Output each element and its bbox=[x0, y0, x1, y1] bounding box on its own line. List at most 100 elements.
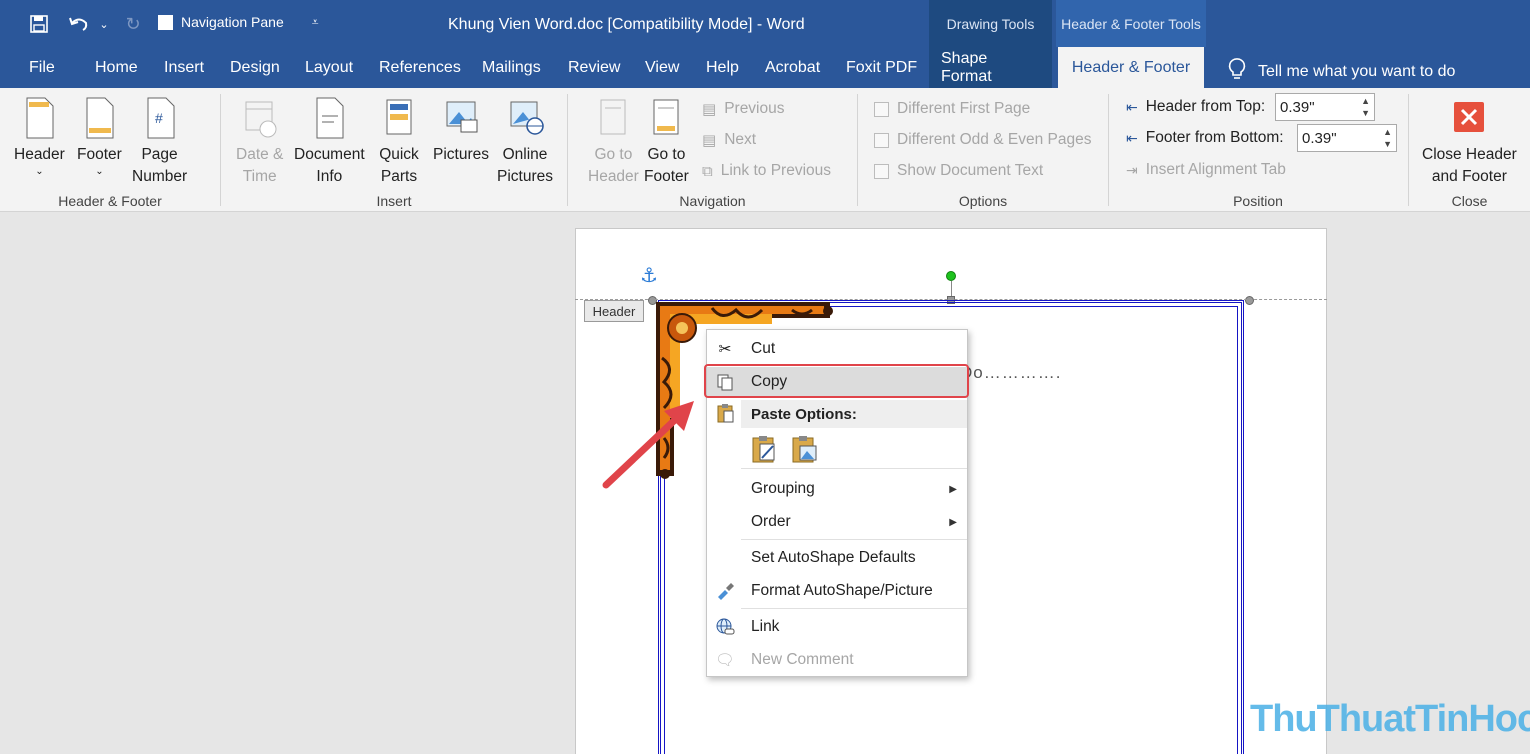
online-pictures-icon bbox=[505, 96, 545, 140]
footer-page-icon bbox=[79, 96, 119, 140]
go-to-header-button: Go to Header bbox=[588, 96, 639, 188]
submenu-arrow-icon: ▶ bbox=[949, 516, 957, 528]
tab-insert[interactable]: Insert bbox=[164, 47, 204, 88]
tab-header-footer[interactable]: Header & Footer bbox=[1058, 47, 1204, 88]
save-icon[interactable] bbox=[26, 10, 52, 38]
resize-handle-top-right[interactable] bbox=[1245, 296, 1254, 305]
menu-item-order[interactable]: Order ▶ bbox=[707, 507, 967, 537]
customize-qat-icon[interactable]: ⩡ bbox=[312, 15, 319, 30]
footer-button[interactable]: Footer ⌄ bbox=[77, 96, 122, 178]
group-separator bbox=[220, 94, 221, 206]
close-header-footer-button[interactable]: Close Header and Footer bbox=[1422, 96, 1517, 188]
go-to-footer-button[interactable]: Go to Footer bbox=[644, 96, 689, 188]
calendar-clock-icon bbox=[240, 96, 280, 140]
spin-arrows-icon[interactable]: ▲ ▼ bbox=[1383, 126, 1392, 150]
header-button[interactable]: Header ⌄ bbox=[14, 96, 65, 178]
tab-references[interactable]: References bbox=[379, 47, 461, 88]
tab-mailings[interactable]: Mailings bbox=[482, 47, 541, 88]
header-from-top-input[interactable]: 0.39" ▲ ▼ bbox=[1275, 93, 1375, 121]
date-time-label-1: Date & bbox=[236, 146, 284, 163]
close-header-footer-label-1: Close Header bbox=[1422, 146, 1517, 163]
tab-acrobat[interactable]: Acrobat bbox=[765, 47, 820, 88]
spin-arrows-icon[interactable]: ▲ ▼ bbox=[1361, 95, 1370, 119]
watermark: ThuThuatTinHoc.vn bbox=[1250, 698, 1530, 740]
clipboard-icon bbox=[715, 403, 735, 423]
tab-design[interactable]: Design bbox=[230, 47, 280, 88]
tab-help[interactable]: Help bbox=[706, 47, 739, 88]
online-pictures-button[interactable]: Online Pictures bbox=[497, 96, 553, 188]
tab-shape-format[interactable]: Shape Format bbox=[929, 47, 1052, 88]
menu-item-cut[interactable]: ✂ Cut bbox=[707, 334, 967, 364]
date-time-label-2: Time bbox=[242, 168, 277, 185]
rotate-handle-stem bbox=[951, 281, 952, 297]
page-number-button[interactable]: # Page Number bbox=[132, 96, 187, 188]
footer-from-bottom-input[interactable]: 0.39" ▲ ▼ bbox=[1297, 124, 1397, 152]
different-odd-even-option[interactable]: Different Odd & Even Pages bbox=[874, 131, 1091, 149]
quick-parts-button[interactable]: Quick Parts bbox=[379, 96, 419, 188]
group-label-position: Position bbox=[1233, 193, 1283, 209]
menu-separator bbox=[741, 539, 967, 540]
checkbox-icon[interactable] bbox=[158, 14, 173, 30]
quick-parts-label-2: Parts bbox=[380, 168, 418, 185]
header-from-top-row: ⇤ Header from Top: bbox=[1126, 98, 1265, 116]
header-position-icon: ⇤ bbox=[1126, 98, 1138, 115]
header-tag: Header bbox=[584, 300, 644, 322]
menu-item-link[interactable]: Link bbox=[707, 612, 967, 642]
navigation-pane-label: Navigation Pane bbox=[181, 14, 284, 30]
go-to-header-label-1: Go to bbox=[594, 146, 633, 163]
footer-label: Footer bbox=[77, 146, 122, 163]
paste-keep-formatting-icon[interactable] bbox=[749, 434, 779, 464]
submenu-arrow-icon: ▶ bbox=[949, 483, 957, 495]
checkbox-icon[interactable] bbox=[874, 101, 889, 117]
navigation-pane-toggle[interactable]: Navigation Pane ⩡ bbox=[158, 14, 319, 30]
document-title: Khung Vien Word.doc [Compatibility Mode]… bbox=[448, 16, 805, 33]
different-first-page-option[interactable]: Different First Page bbox=[874, 100, 1030, 118]
tab-foxit-pdf[interactable]: Foxit PDF bbox=[846, 47, 917, 88]
next-icon: ▤ bbox=[702, 132, 717, 149]
menu-item-new-comment: 🗨 New Comment bbox=[707, 645, 967, 675]
group-label-insert: Insert bbox=[376, 193, 412, 209]
undo-icon[interactable] bbox=[64, 10, 94, 38]
drawing-tools-label: Drawing Tools bbox=[929, 0, 1052, 47]
new-comment-label: New Comment bbox=[751, 651, 854, 668]
different-odd-even-label: Different Odd & Even Pages bbox=[897, 131, 1092, 148]
tab-review[interactable]: Review bbox=[568, 47, 620, 88]
pictures-label: Pictures bbox=[433, 146, 489, 163]
menu-item-format-autoshape[interactable]: Format AutoShape/Picture bbox=[707, 576, 967, 606]
ribbon-tabs: File Home Insert Design Layout Reference… bbox=[0, 47, 1530, 88]
group-separator bbox=[857, 94, 858, 206]
checkbox-icon[interactable] bbox=[874, 163, 889, 179]
previous-label: Previous bbox=[724, 100, 785, 117]
close-header-footer-label-2: and Footer bbox=[1431, 168, 1507, 185]
quick-parts-label-1: Quick bbox=[379, 146, 419, 163]
document-partial-text: Do…………. bbox=[960, 363, 1062, 382]
document-info-button[interactable]: Document Info bbox=[294, 96, 365, 188]
anchor-icon: ⚓ bbox=[640, 265, 658, 287]
checkbox-icon[interactable] bbox=[874, 132, 889, 148]
show-document-text-option[interactable]: Show Document Text bbox=[874, 162, 1043, 180]
copy-highlight-box bbox=[704, 364, 969, 398]
tell-me-label: Tell me what you want to do bbox=[1258, 62, 1456, 80]
paste-as-picture-icon[interactable] bbox=[789, 434, 819, 464]
order-label: Order bbox=[751, 513, 791, 530]
menu-item-grouping[interactable]: Grouping ▶ bbox=[707, 474, 967, 504]
annotation-arrow bbox=[602, 401, 694, 489]
tab-layout[interactable]: Layout bbox=[305, 47, 353, 88]
previous-icon: ▤ bbox=[702, 101, 717, 118]
tab-file[interactable]: File bbox=[29, 47, 55, 88]
insert-alignment-tab-button: ⇥ Insert Alignment Tab bbox=[1126, 161, 1286, 179]
page-number-label-1: Page bbox=[141, 146, 178, 163]
link-label: Link bbox=[751, 618, 780, 635]
tab-home[interactable]: Home bbox=[95, 47, 138, 88]
rotate-handle[interactable] bbox=[946, 271, 956, 281]
undo-dropdown-icon[interactable]: ⌄ bbox=[96, 10, 112, 38]
redo-icon: ↻ bbox=[125, 13, 141, 34]
tell-me-search[interactable]: Tell me what you want to do bbox=[1228, 57, 1455, 86]
format-autoshape-label: Format AutoShape/Picture bbox=[751, 582, 933, 599]
menu-item-set-autoshape-defaults[interactable]: Set AutoShape Defaults bbox=[707, 543, 967, 573]
tab-view[interactable]: View bbox=[645, 47, 679, 88]
header-from-top-label: Header from Top: bbox=[1145, 98, 1266, 115]
go-to-footer-label-1: Go to bbox=[647, 146, 686, 163]
pictures-icon bbox=[441, 96, 481, 140]
pictures-button[interactable]: Pictures bbox=[433, 96, 489, 166]
